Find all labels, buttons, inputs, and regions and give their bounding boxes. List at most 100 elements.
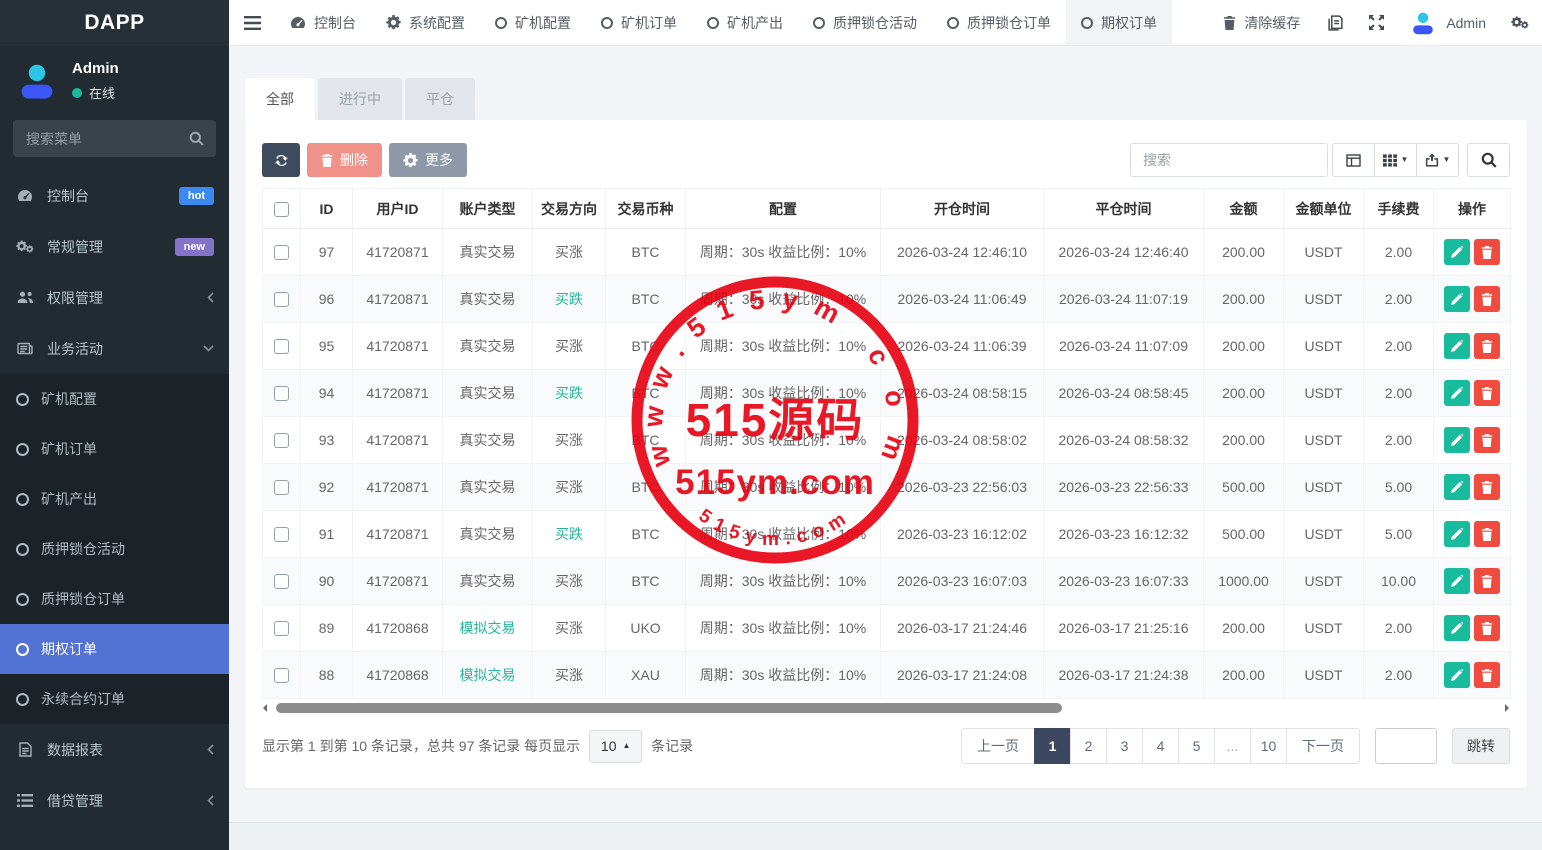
sidebar-subitem[interactable]: 期权订单 — [0, 624, 229, 674]
scrollbar-thumb[interactable] — [276, 703, 1062, 713]
row-checkbox[interactable] — [274, 480, 289, 495]
row-checkbox[interactable] — [274, 668, 289, 683]
pagination-page[interactable]: 3 — [1106, 728, 1143, 764]
tachometer-icon — [15, 189, 35, 202]
topnav-item[interactable]: 质押锁仓订单 — [932, 0, 1066, 45]
row-checkbox[interactable] — [274, 386, 289, 401]
sidebar-search-input[interactable] — [13, 120, 216, 157]
edit-button[interactable] — [1444, 333, 1470, 359]
delete-row-button[interactable] — [1474, 662, 1500, 688]
pagination-next[interactable]: 下一页 — [1286, 728, 1360, 764]
clear-cache-button[interactable]: 清除缓存 — [1208, 0, 1315, 45]
more-button[interactable]: 更多 — [389, 143, 467, 177]
delete-row-button[interactable] — [1474, 427, 1500, 453]
edit-button[interactable] — [1444, 239, 1470, 265]
tab[interactable]: 全部 — [245, 78, 315, 120]
cell-close-time: 2026-03-24 11:07:09 — [1044, 323, 1204, 370]
edit-button[interactable] — [1444, 427, 1470, 453]
delete-row-button[interactable] — [1474, 239, 1500, 265]
row-checkbox[interactable] — [274, 527, 289, 542]
sidebar-item[interactable]: 权限管理 — [0, 272, 229, 323]
pagination-page[interactable]: 1 — [1034, 728, 1071, 764]
delete-row-button[interactable] — [1474, 615, 1500, 641]
cell-id: 93 — [301, 417, 353, 464]
sidebar-item[interactable]: 控制台hot — [0, 170, 229, 221]
cell-id: 95 — [301, 323, 353, 370]
refresh-button[interactable] — [262, 143, 300, 177]
view-button-group: ▼ ▼ — [1332, 143, 1459, 177]
edit-button[interactable] — [1444, 568, 1470, 594]
edit-button[interactable] — [1444, 380, 1470, 406]
pagination-page[interactable]: 4 — [1142, 728, 1179, 764]
row-checkbox-cell — [263, 417, 301, 464]
cell-id: 97 — [301, 229, 353, 276]
delete-row-button[interactable] — [1474, 474, 1500, 500]
trash-icon — [1481, 246, 1493, 259]
topnav-item[interactable]: 矿机产出 — [692, 0, 798, 45]
topnav-item[interactable]: 质押锁仓活动 — [798, 0, 932, 45]
edit-button[interactable] — [1444, 474, 1470, 500]
topnav-item[interactable]: 控制台 — [275, 0, 371, 45]
sidebar-subitem[interactable]: 矿机产出 — [0, 474, 229, 524]
sidebar-item[interactable]: 数据报表 — [0, 724, 229, 775]
fullscreen-icon[interactable] — [1356, 0, 1397, 45]
cell-fee: 2.00 — [1364, 605, 1434, 652]
settings-gears-icon[interactable] — [1498, 0, 1542, 45]
row-checkbox[interactable] — [274, 433, 289, 448]
document-icon[interactable] — [1315, 0, 1356, 45]
tab[interactable]: 平仓 — [405, 78, 475, 120]
columns-button[interactable]: ▼ — [1374, 143, 1417, 177]
row-checkbox[interactable] — [274, 621, 289, 636]
row-checkbox[interactable] — [274, 339, 289, 354]
jump-page-input[interactable] — [1375, 728, 1437, 764]
edit-button[interactable] — [1444, 662, 1470, 688]
topnav-item[interactable]: 期权订单 — [1066, 0, 1172, 45]
pagination-page[interactable]: 10 — [1250, 728, 1287, 764]
edit-button[interactable] — [1444, 286, 1470, 312]
sidebar-subitem[interactable]: 矿机订单 — [0, 424, 229, 474]
sidebar-subitem[interactable]: 质押锁仓订单 — [0, 574, 229, 624]
sidebar-item[interactable]: 借贷管理 — [0, 775, 229, 826]
sidebar-item[interactable]: 业务活动 — [0, 323, 229, 374]
sidebar-subitem[interactable]: 永续合约订单 — [0, 674, 229, 724]
pagination-page[interactable]: 5 — [1178, 728, 1215, 764]
scroll-right-arrow-icon[interactable] — [1505, 704, 1509, 712]
sidebar-item[interactable]: 常规管理new — [0, 221, 229, 272]
menu-toggle-button[interactable] — [229, 0, 275, 45]
cell-amount: 200.00 — [1204, 370, 1284, 417]
pagination-page[interactable]: 2 — [1070, 728, 1107, 764]
row-checkbox[interactable] — [274, 574, 289, 589]
sidebar-subitem[interactable]: 质押锁仓活动 — [0, 524, 229, 574]
sidebar-menu: 控制台hot常规管理new权限管理业务活动矿机配置矿机订单矿机产出质押锁仓活动质… — [0, 161, 229, 826]
delete-row-button[interactable] — [1474, 521, 1500, 547]
tab[interactable]: 进行中 — [318, 78, 402, 120]
horizontal-scrollbar[interactable] — [262, 703, 1510, 714]
select-all-checkbox[interactable] — [274, 202, 289, 217]
pagination-prev[interactable]: 上一页 — [961, 728, 1035, 764]
delete-row-button[interactable] — [1474, 380, 1500, 406]
row-checkbox[interactable] — [274, 292, 289, 307]
admin-menu[interactable]: Admin — [1397, 0, 1498, 45]
sidebar-subitem[interactable]: 矿机配置 — [0, 374, 229, 424]
search-icon[interactable] — [189, 131, 204, 146]
topnav-item[interactable]: 矿机订单 — [586, 0, 692, 45]
cell-user-id: 41720868 — [353, 652, 443, 699]
topnav-item[interactable]: 矿机配置 — [480, 0, 586, 45]
jump-button[interactable]: 跳转 — [1452, 728, 1510, 764]
row-checkbox[interactable] — [274, 245, 289, 260]
table-search-input[interactable] — [1130, 143, 1328, 177]
page-size-select[interactable]: 10 ▲ — [589, 730, 642, 763]
export-button[interactable]: ▼ — [1416, 143, 1459, 177]
detail-view-button[interactable] — [1332, 143, 1375, 177]
delete-row-button[interactable] — [1474, 333, 1500, 359]
delete-row-button[interactable] — [1474, 568, 1500, 594]
scroll-left-arrow-icon[interactable] — [263, 704, 267, 712]
edit-button[interactable] — [1444, 615, 1470, 641]
edit-button[interactable] — [1444, 521, 1470, 547]
table-row: 8941720868模拟交易买涨UKO周期：30s 收益比例：10%2026-0… — [263, 605, 1511, 652]
delete-button[interactable]: 删除 — [307, 143, 382, 177]
topnav-item[interactable]: 系统配置 — [371, 0, 480, 45]
circle-icon — [601, 17, 613, 29]
delete-row-button[interactable] — [1474, 286, 1500, 312]
search-button[interactable] — [1467, 143, 1510, 177]
